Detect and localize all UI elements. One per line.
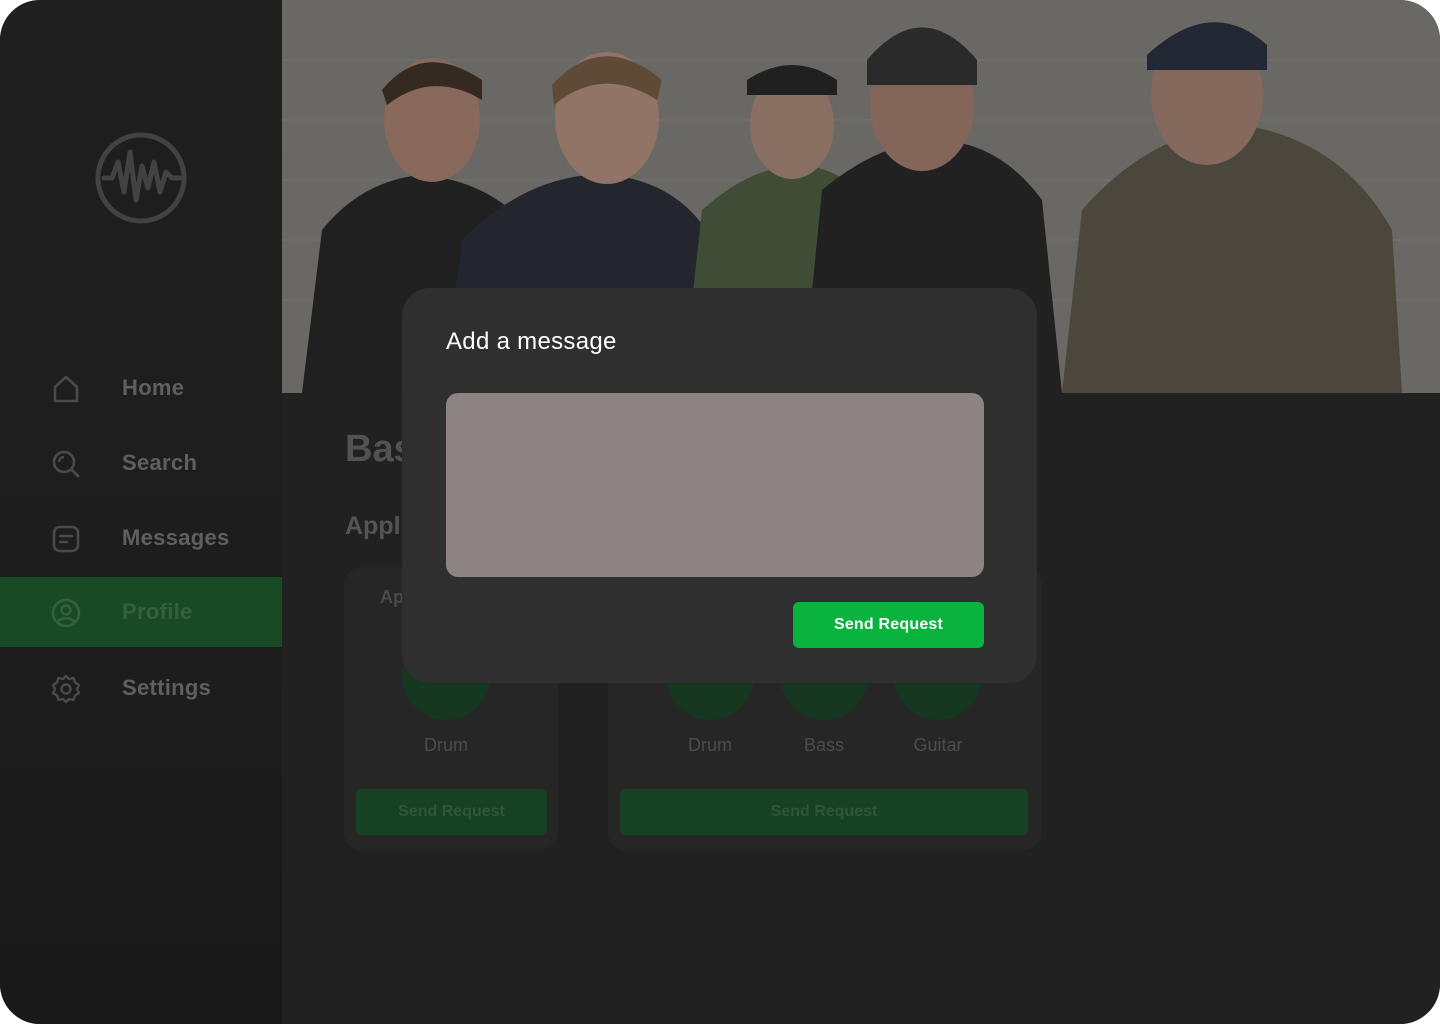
home-icon	[53, 375, 79, 403]
section-title: Appl	[345, 512, 401, 540]
sidebar-item-label: Messages	[122, 525, 230, 550]
sidebar-item-label: Home	[122, 375, 185, 400]
sidebar-item-label: Settings	[122, 675, 212, 700]
messages-icon	[52, 525, 80, 553]
sidebar-item-messages[interactable]: Messages	[0, 503, 282, 573]
instrument-label: Bass	[803, 735, 845, 755]
add-message-dialog: Add a message Send Request	[402, 288, 1037, 683]
sidebar-item-home[interactable]: Home	[0, 353, 282, 423]
sidebar-item-label: Search	[122, 450, 198, 475]
sidebar: Home Search Messages Profile Settings	[0, 0, 282, 1024]
sidebar-item-settings[interactable]: Settings	[0, 653, 282, 723]
instrument-label: Drum	[424, 735, 468, 755]
instrument-label: Guitar	[913, 735, 963, 755]
send-request-button[interactable]: Send Request	[793, 602, 984, 648]
sidebar-item-label: Profile	[122, 599, 193, 624]
settings-icon	[51, 674, 81, 704]
app-logo-icon[interactable]	[94, 132, 188, 224]
send-request-button[interactable]: Send Request	[620, 789, 1028, 835]
profile-icon	[51, 598, 81, 628]
send-request-button[interactable]: Send Request	[356, 789, 547, 835]
search-icon	[52, 450, 80, 478]
sidebar-item-profile[interactable]: Profile	[0, 577, 282, 647]
dialog-title: Add a message	[446, 328, 617, 355]
card-title: Ap	[380, 587, 404, 607]
app-window: Home Search Messages Profile Settings Ba…	[0, 0, 1440, 1024]
sidebar-item-search[interactable]: Search	[0, 428, 282, 498]
message-input[interactable]	[446, 393, 984, 577]
instrument-label: Drum	[688, 735, 732, 755]
